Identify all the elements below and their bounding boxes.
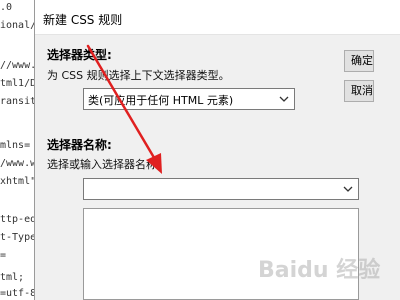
code-line: = bbox=[0, 250, 7, 261]
dialog-title: 新建 CSS 规则 bbox=[43, 13, 123, 27]
chevron-down-icon bbox=[343, 186, 353, 192]
code-line: tml1/DT bbox=[0, 78, 34, 89]
selector-name-hint: 选择或输入选择器名称。 bbox=[47, 158, 168, 171]
dialog-titlebar[interactable]: 新建 CSS 规则 bbox=[35, 0, 400, 35]
ok-button[interactable]: 确定 bbox=[344, 50, 374, 72]
code-line: /www.w3 bbox=[0, 158, 34, 169]
selector-type-hint: 为 CSS 规则选择上下文选择器类型。 bbox=[47, 69, 230, 82]
code-line: =utf-8' bbox=[0, 288, 34, 299]
code-line: t-Type' bbox=[0, 232, 34, 243]
selector-name-combobox[interactable] bbox=[83, 178, 359, 200]
cancel-button[interactable]: 取消 bbox=[344, 80, 374, 102]
selector-type-select[interactable]: 类(可应用于任何 HTML 元素) bbox=[83, 88, 295, 110]
selector-type-label: 选择器类型: bbox=[47, 48, 112, 62]
code-line: ransiti bbox=[0, 96, 34, 107]
selector-name-label: 选择器名称: bbox=[47, 138, 112, 152]
code-line: //www.w3 bbox=[0, 60, 34, 71]
code-line: tml; bbox=[0, 272, 25, 283]
code-line: xhtml"> bbox=[0, 176, 34, 187]
selector-type-value: 类(可应用于任何 HTML 元素) bbox=[88, 94, 234, 107]
code-line: ional// bbox=[0, 20, 34, 31]
code-line: mlns= bbox=[0, 140, 31, 151]
code-line: .0 bbox=[0, 2, 13, 13]
watermark: Baidu 经验 bbox=[258, 258, 381, 283]
code-editor-background: .0 ional// //www.w3 tml1/DT ransiti mlns… bbox=[0, 0, 34, 300]
code-line: ttp-equ bbox=[0, 214, 34, 225]
chevron-down-icon bbox=[279, 96, 289, 102]
